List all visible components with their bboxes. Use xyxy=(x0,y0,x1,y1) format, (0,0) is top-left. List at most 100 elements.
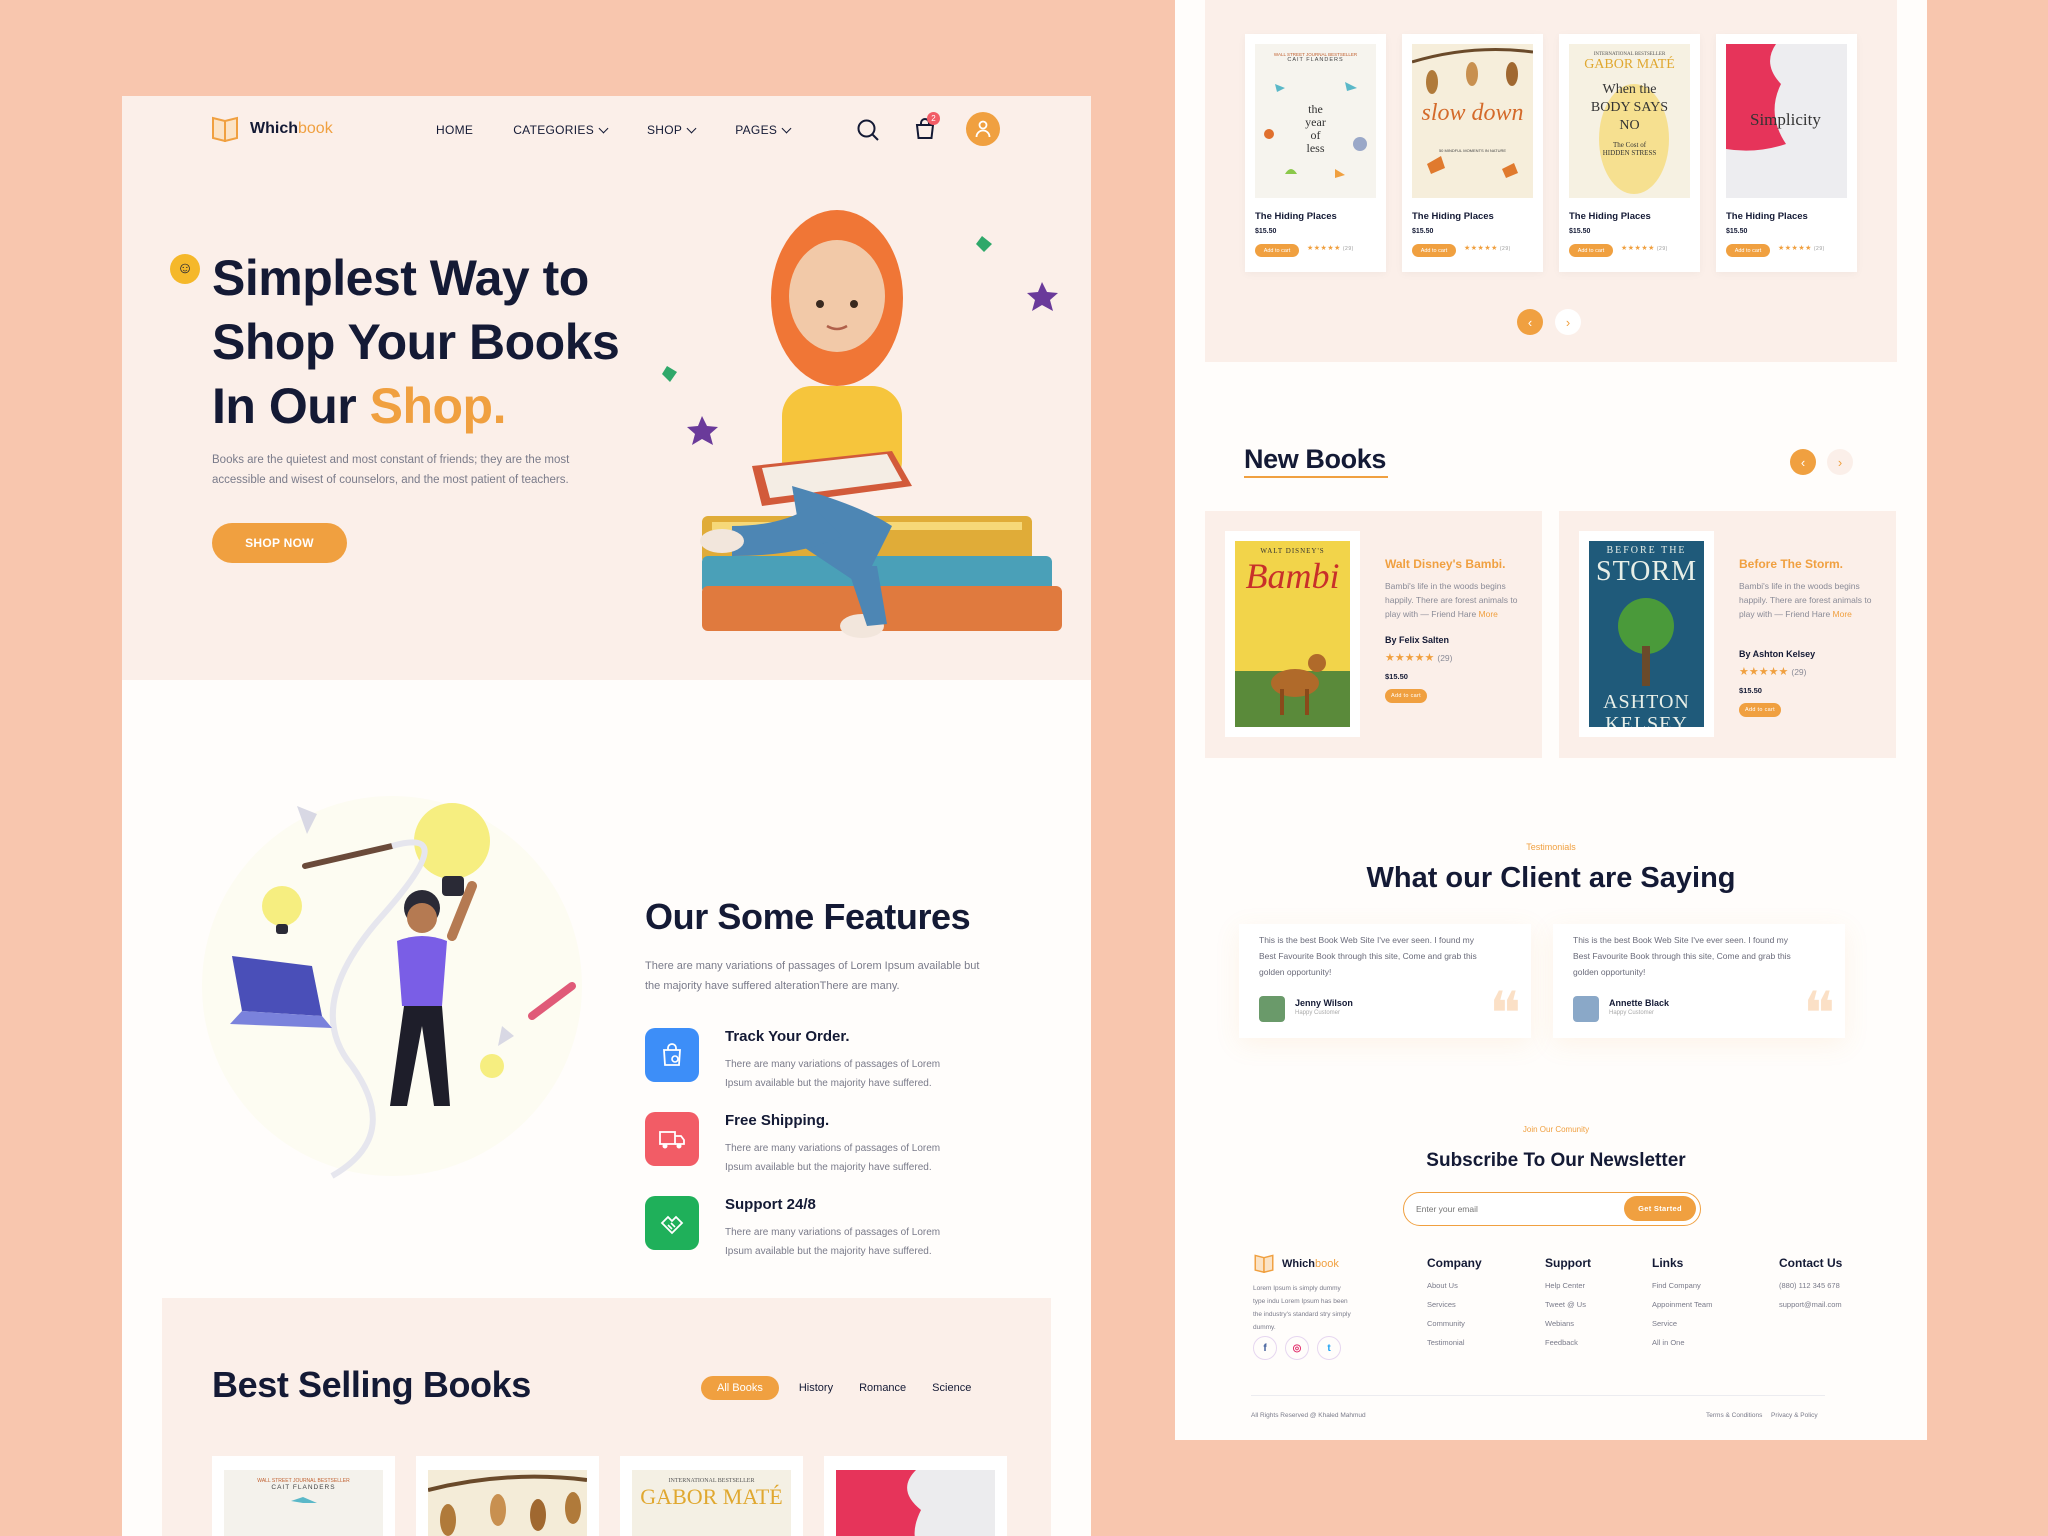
footer-logo[interactable]: Whichbook xyxy=(1253,1254,1339,1273)
privacy-link[interactable]: Privacy & Policy xyxy=(1771,1406,1818,1425)
nav-home[interactable]: HOME xyxy=(436,123,473,137)
best-selling-tabs: All Books History Romance Science xyxy=(701,1376,977,1400)
chevron-down-icon xyxy=(598,123,609,133)
copyright: All Rights Reserved @ Khaled Mahmud xyxy=(1251,1412,1366,1419)
add-to-cart-button[interactable]: Add to cart xyxy=(1569,244,1613,257)
nav-shop[interactable]: SHOP xyxy=(647,123,697,137)
carousel-prev-button[interactable]: ‹ xyxy=(1517,309,1543,335)
add-to-cart-button[interactable]: Add to cart xyxy=(1255,244,1299,257)
carousel-book-card[interactable]: WALL STREET JOURNAL BESTSELLER CAIT FLAN… xyxy=(1245,34,1386,272)
new-books-prev-button[interactable]: ‹ xyxy=(1790,449,1816,475)
facebook-icon[interactable]: f xyxy=(1253,1336,1277,1360)
add-to-cart-button[interactable]: Add to cart xyxy=(1385,689,1427,703)
book-title: The Hiding Places xyxy=(1726,211,1808,222)
add-to-cart-button[interactable]: Add to cart xyxy=(1726,244,1770,257)
tab-science[interactable]: Science xyxy=(926,1376,977,1400)
book-cover xyxy=(427,1470,588,1536)
feature-text: There are many variations of passages of… xyxy=(725,1143,941,1173)
add-to-cart-button[interactable]: Add to cart xyxy=(1739,703,1781,717)
testimonials-title: What our Client are Saying xyxy=(1366,862,1736,894)
book-cover xyxy=(836,1470,995,1536)
book-cover: WALT DISNEY'S Bambi xyxy=(1225,531,1360,737)
newsletter-kicker: Join Our Comunity xyxy=(1522,1125,1590,1134)
footer-email[interactable]: support@mail.com xyxy=(1779,1295,1842,1314)
testimonial-text: This is the best Book Web Site I've ever… xyxy=(1573,935,1791,977)
testimonial-card: This is the best Book Web Site I've ever… xyxy=(1239,924,1531,1044)
footer-link[interactable]: Testimonial xyxy=(1427,1333,1482,1352)
footer-link[interactable]: Services xyxy=(1427,1295,1482,1314)
footer-link[interactable]: Community xyxy=(1427,1314,1482,1333)
avatar xyxy=(1573,996,1599,1022)
tab-all-books[interactable]: All Books xyxy=(701,1376,779,1400)
instagram-icon[interactable]: ◎ xyxy=(1285,1336,1309,1360)
new-book-card-bambi[interactable]: WALT DISNEY'S Bambi Walt Disney's Bambi.… xyxy=(1205,511,1542,758)
best-selling-book-card[interactable] xyxy=(824,1456,1007,1536)
more-link[interactable]: More xyxy=(1479,609,1498,619)
best-selling-book-card[interactable]: WALL STREET JOURNAL BESTSELLER CAIT FLAN… xyxy=(212,1456,395,1536)
feature-track-order: Track Your Order. There are many variatio… xyxy=(645,1028,965,1093)
emoji-icon: ☺ xyxy=(170,254,200,284)
footer-link[interactable]: Help Center xyxy=(1545,1276,1591,1295)
support-handshake-icon xyxy=(645,1196,699,1250)
footer-column-company: Company About Us Services Community Test… xyxy=(1427,1256,1482,1352)
tab-romance[interactable]: Romance xyxy=(853,1376,912,1400)
footer-phone[interactable]: (880) 112 345 678 xyxy=(1779,1276,1842,1295)
brand-logo[interactable]: Whichbook xyxy=(210,116,333,142)
brand-name-suffix: book xyxy=(298,120,333,137)
footer-link[interactable]: Service xyxy=(1652,1314,1712,1333)
new-book-info: Before The Storm. Bambi's life in the wo… xyxy=(1739,557,1874,717)
add-to-cart-button[interactable]: Add to cart xyxy=(1412,244,1456,257)
newsletter-form: Get Started xyxy=(1403,1192,1701,1226)
get-started-button[interactable]: Get Started xyxy=(1624,1196,1696,1221)
search-icon[interactable] xyxy=(856,118,880,142)
twitter-icon[interactable]: t xyxy=(1317,1336,1341,1360)
carousel-book-card[interactable]: slow down 50 MINDFUL MOMENTS IN NATURE T… xyxy=(1402,34,1543,272)
book-cover: slow down 50 MINDFUL MOMENTS IN NATURE xyxy=(1412,44,1533,198)
carousel-book-card[interactable]: Simplicity The Hiding Places $15.50 Add … xyxy=(1716,34,1857,272)
best-selling-book-card[interactable] xyxy=(416,1456,599,1536)
feature-title: Free Shipping. xyxy=(725,1112,830,1129)
user-avatar-button[interactable] xyxy=(966,112,1000,146)
footer-link[interactable]: Find Company xyxy=(1652,1276,1712,1295)
customer-role: Happy Customer xyxy=(1295,1010,1341,1016)
terms-link[interactable]: Terms & Conditions xyxy=(1706,1406,1762,1425)
book-author: By Felix Salten xyxy=(1385,635,1450,645)
main-nav: HOME CATEGORIES SHOP PAGES xyxy=(436,123,792,137)
book-price: $15.50 xyxy=(1412,228,1434,235)
customer-name: Annette Black xyxy=(1609,998,1670,1008)
open-book-icon xyxy=(212,116,238,142)
footer-link[interactable]: Tweet @ Us xyxy=(1545,1295,1591,1314)
book-cover: WALL STREET JOURNAL BESTSELLER CAIT FLAN… xyxy=(224,1470,383,1536)
cart-button[interactable]: 2 xyxy=(914,112,940,142)
shop-now-button[interactable]: SHOP NOW xyxy=(212,523,347,563)
hero-illustration-girl-reading xyxy=(662,210,1062,638)
new-book-card-before-the-storm[interactable]: BEFORE THE STORM ASHTON KELSEY Before Th… xyxy=(1559,511,1896,758)
feature-free-shipping: Free Shipping. There are many variations … xyxy=(645,1112,965,1177)
footer-column-links: Links Find Company Appoinment Team Servi… xyxy=(1652,1256,1712,1352)
carousel-book-card[interactable]: INTERNATIONAL BESTSELLER GABOR MATÉ When… xyxy=(1559,34,1700,272)
tab-history[interactable]: History xyxy=(793,1376,839,1400)
feature-support: Support 24/8 There are many variations of… xyxy=(645,1196,965,1261)
footer-link[interactable]: Appoinment Team xyxy=(1652,1295,1712,1314)
book-title: Walt Disney's Bambi. xyxy=(1385,557,1506,571)
footer-link[interactable]: Webians xyxy=(1545,1314,1591,1333)
footer-link[interactable]: Feedback xyxy=(1545,1333,1591,1352)
feature-text: There are many variations of passages of… xyxy=(725,1059,941,1089)
book-price: $15.50 xyxy=(1385,672,1408,681)
title-underline xyxy=(1244,476,1388,478)
carousel-next-button[interactable]: › xyxy=(1555,309,1581,335)
book-cover: INTERNATIONAL BESTSELLER GABOR MATÉ xyxy=(632,1470,791,1536)
new-books-next-button[interactable]: › xyxy=(1827,449,1853,475)
best-selling-book-card[interactable]: INTERNATIONAL BESTSELLER GABOR MATÉ xyxy=(620,1456,803,1536)
footer-link[interactable]: About Us xyxy=(1427,1276,1482,1295)
nav-categories[interactable]: CATEGORIES xyxy=(513,123,609,137)
nav-pages[interactable]: PAGES xyxy=(735,123,792,137)
footer-link[interactable]: All in One xyxy=(1652,1333,1712,1352)
brand-name-prefix: Which xyxy=(250,120,298,137)
footer-column-contact: Contact Us (880) 112 345 678 support@mai… xyxy=(1779,1256,1842,1314)
best-selling-title: Best Selling Books xyxy=(212,1364,531,1405)
hero-title: Simplest Way to Shop Your Books In Our S… xyxy=(212,250,620,434)
star-rating: ★★★★★ (29) xyxy=(1464,245,1511,252)
email-input[interactable] xyxy=(1416,1199,1606,1219)
more-link[interactable]: More xyxy=(1833,609,1852,619)
